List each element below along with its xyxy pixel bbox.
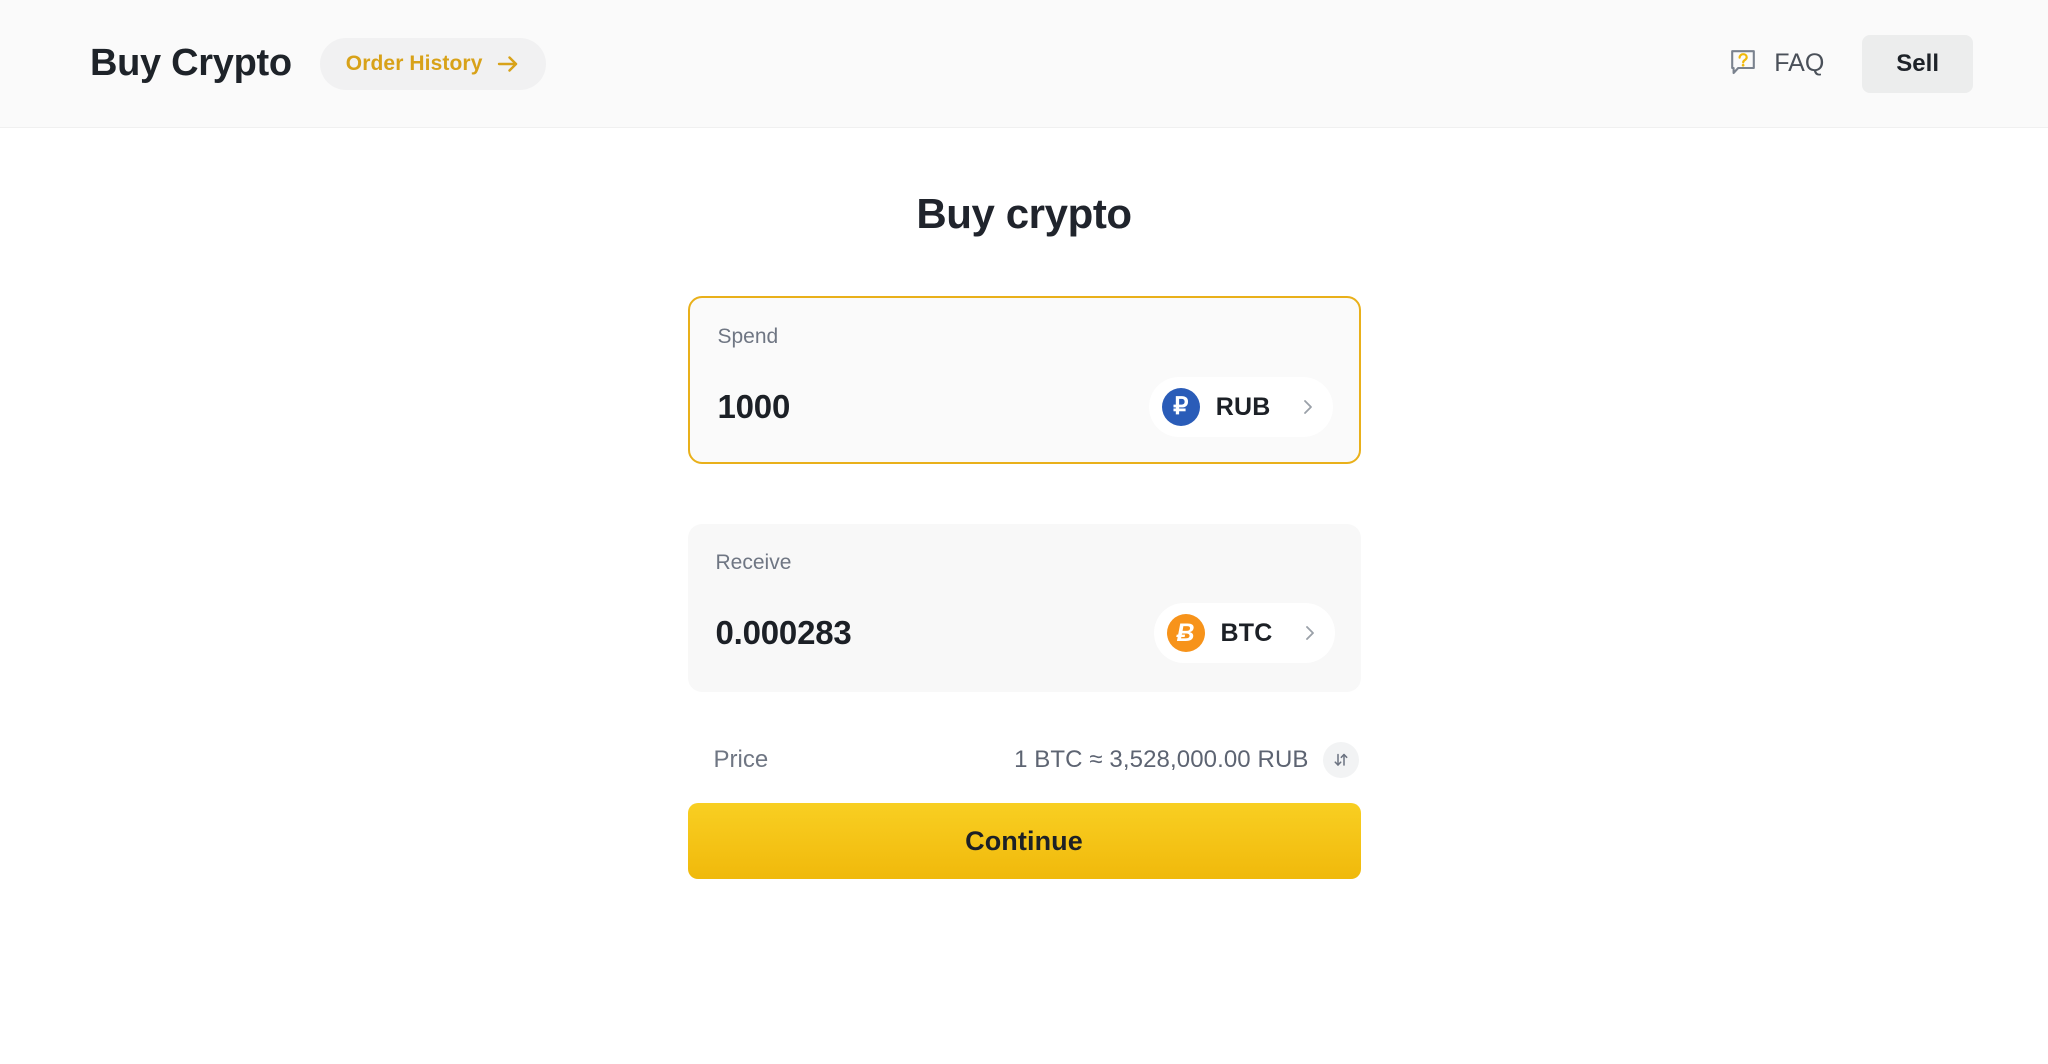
question-bubble-icon <box>1728 47 1758 80</box>
receive-amount-row: Ƀ BTC <box>715 603 1335 663</box>
spend-label: Spend <box>717 325 779 348</box>
spend-currency-selector[interactable]: ₽ RUB <box>1148 377 1333 437</box>
card-gap <box>688 464 1361 524</box>
spend-amount-row: ₽ RUB <box>717 377 1333 437</box>
spend-card[interactable]: Spend ₽ RUB <box>687 296 1361 464</box>
swap-vertical-icon[interactable] <box>1322 742 1359 778</box>
faq-button[interactable]: FAQ <box>1728 47 1824 80</box>
header-left-group: Buy Crypto Order History <box>90 37 547 90</box>
receive-currency-code: BTC <box>1220 618 1273 647</box>
rub-symbol: ₽ <box>1173 393 1189 420</box>
chevron-right-icon <box>1287 397 1315 417</box>
page-brand-title: Buy Crypto <box>90 42 292 84</box>
sell-button[interactable]: Sell <box>1862 34 1973 93</box>
btc-coin-icon: Ƀ <box>1166 614 1205 652</box>
price-label: Price <box>713 746 769 773</box>
receive-amount-input[interactable] <box>715 614 1046 652</box>
receive-label: Receive <box>715 551 792 574</box>
receive-card[interactable]: Receive Ƀ BTC <box>687 524 1361 692</box>
rub-coin-icon: ₽ <box>1161 388 1200 426</box>
btc-symbol: Ƀ <box>1176 618 1195 647</box>
buy-crypto-form: Spend ₽ RUB Receive <box>687 296 1361 879</box>
faq-label: FAQ <box>1774 49 1825 77</box>
order-history-label: Order History <box>345 51 483 75</box>
price-value: 1 BTC ≈ 3,528,000.00 RUB <box>1014 746 1309 773</box>
page-title: Buy crypto <box>916 190 1132 237</box>
order-history-button[interactable]: Order History <box>319 37 547 90</box>
arrow-right-icon <box>496 52 520 76</box>
header-right-group: FAQ Sell <box>1728 34 1973 93</box>
continue-button[interactable]: Continue <box>687 803 1361 879</box>
main-content: Buy crypto Spend ₽ RUB <box>0 128 2048 879</box>
app-header: Buy Crypto Order History FAQ Sell <box>0 0 2048 128</box>
spend-currency-code: RUB <box>1215 392 1271 421</box>
price-row: Price 1 BTC ≈ 3,528,000.00 RUB <box>688 740 1361 780</box>
price-right-group: 1 BTC ≈ 3,528,000.00 RUB <box>1014 742 1359 778</box>
spend-amount-input[interactable] <box>717 388 1048 426</box>
receive-currency-selector[interactable]: Ƀ BTC <box>1153 603 1335 663</box>
chevron-right-icon <box>1289 623 1317 643</box>
